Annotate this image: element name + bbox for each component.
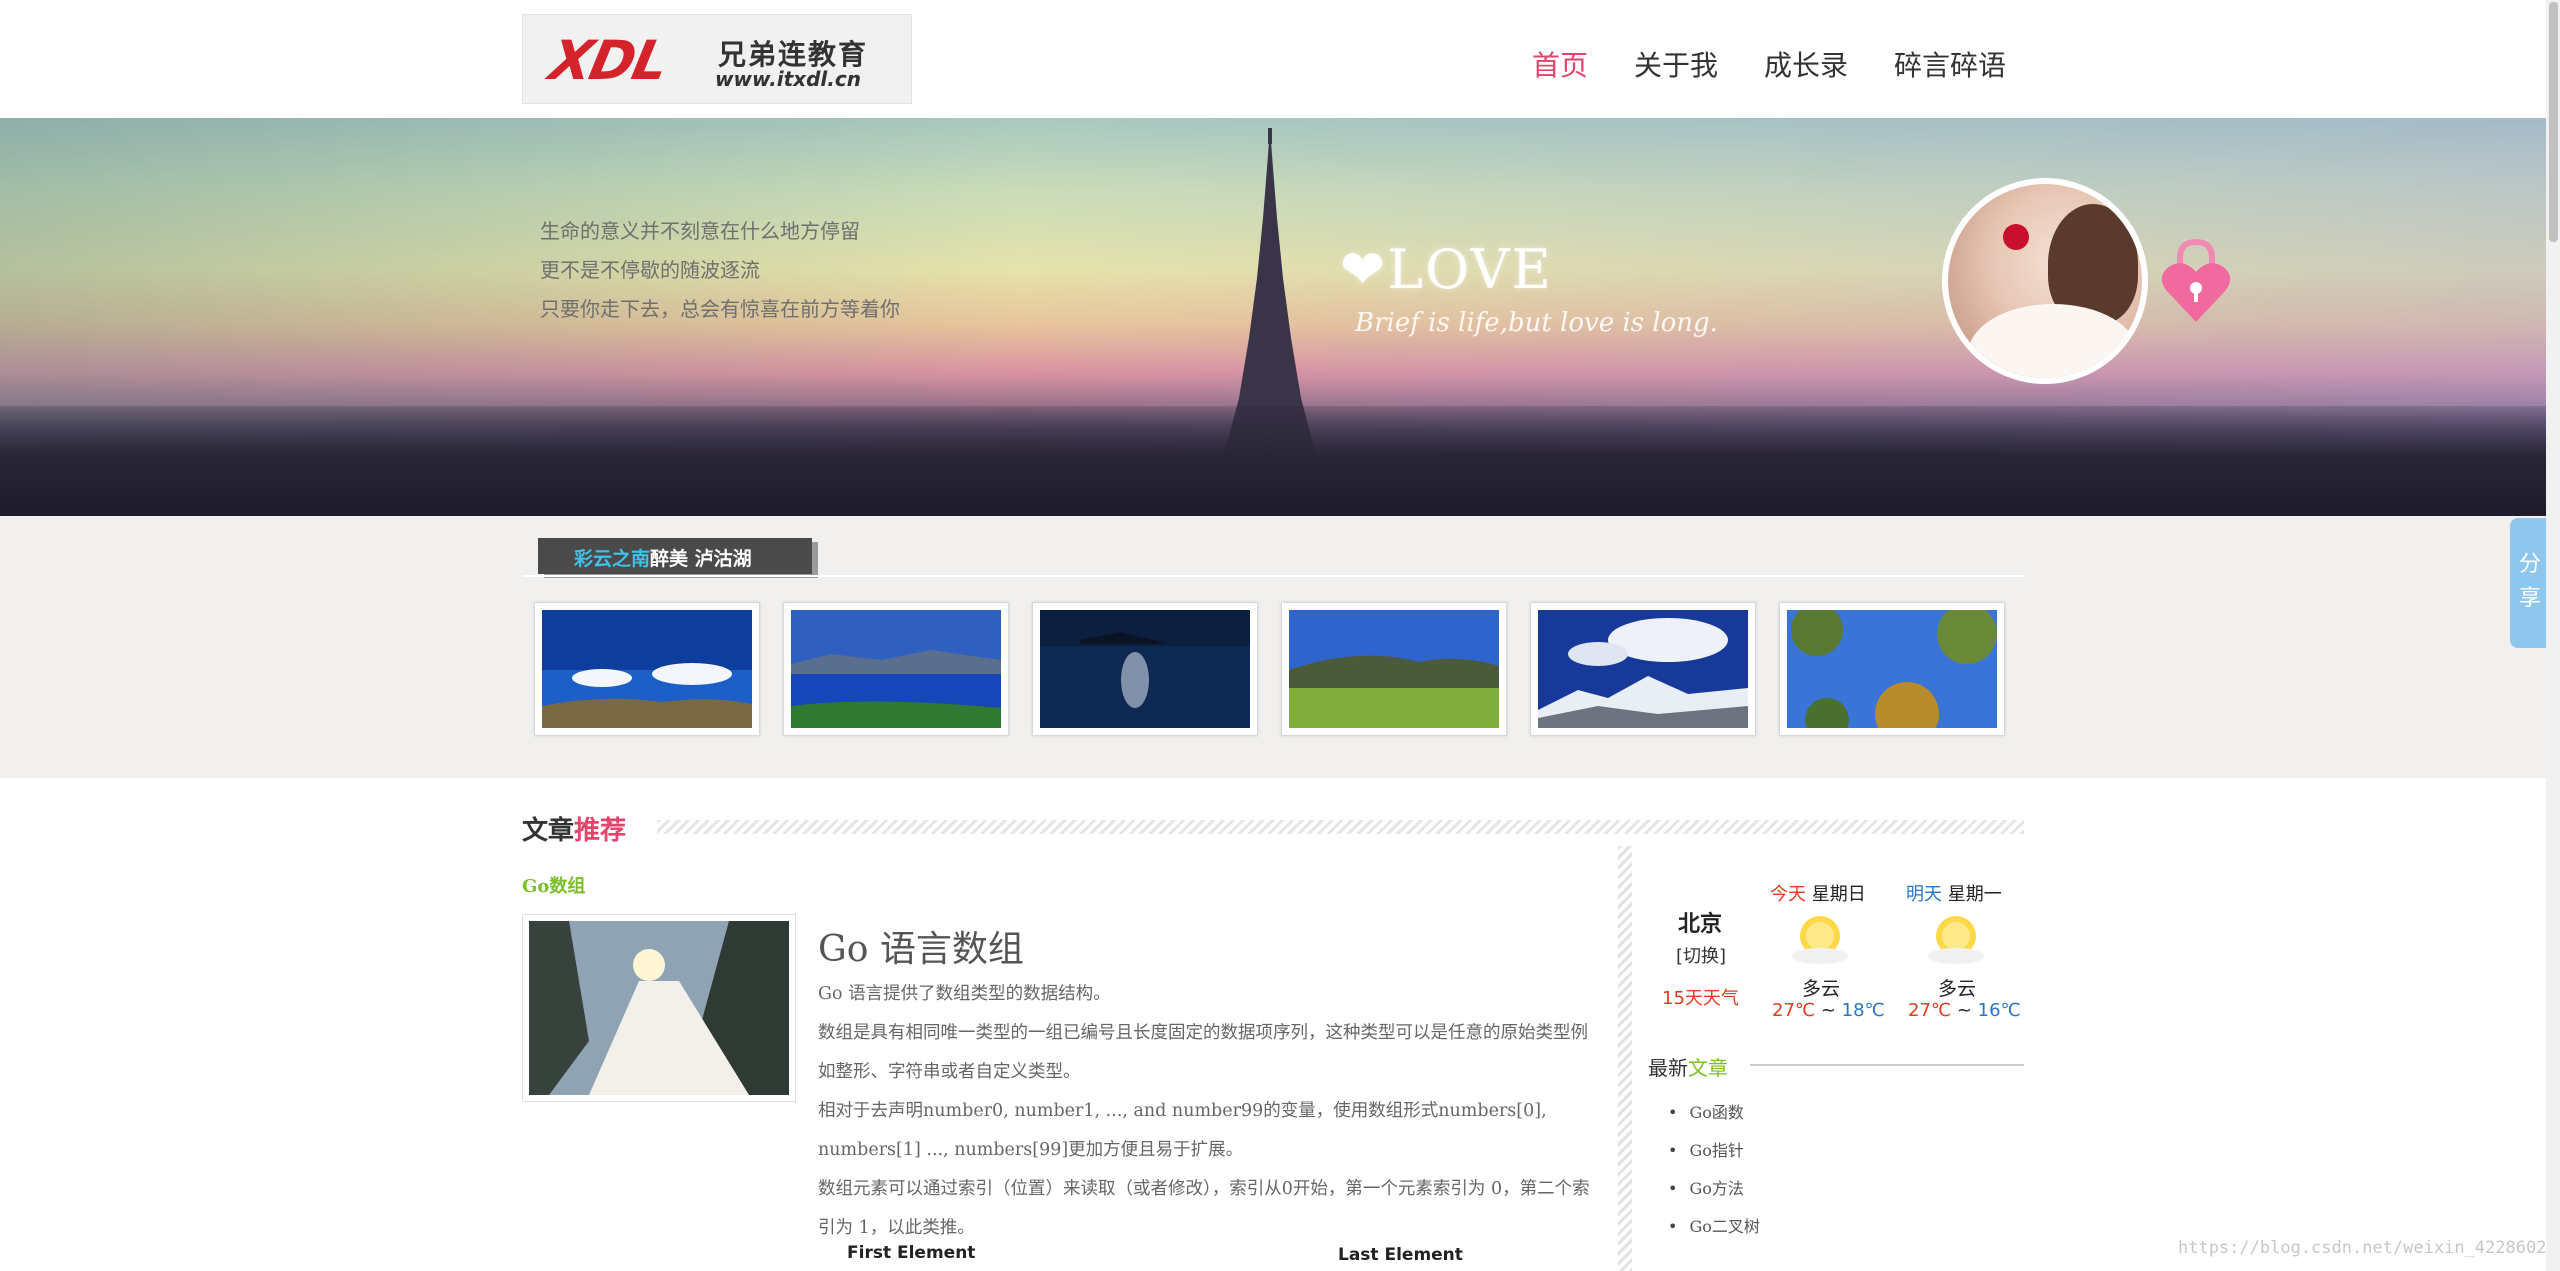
weather-today-high: 27℃ (1772, 1000, 1816, 1021)
thumb-image (1289, 610, 1499, 728)
banner-quote: 生命的意义并不刻意在什么地方停留 更不是不停歇的随波逐流 只要你走下去，总会有惊… (540, 212, 900, 329)
gallery-title: 彩云之南醉美 泸沽湖 (574, 544, 752, 571)
rose-icon (2003, 224, 2029, 250)
thumb-image (1040, 610, 1250, 728)
article-paragraph: 数组元素可以通过索引（位置）来读取（或者修改），索引从0开始，第一个元素索引为 … (818, 1179, 1590, 1238)
weather-tomorrow-label: 明天 星期一 (1906, 880, 2002, 906)
latest-divider (1750, 1064, 2024, 1066)
weather-widget: 北京 [切换] 15天天气 今天 星期日 多云 27℃ ~ 18℃ 明天 星期一… (1642, 870, 2024, 1030)
main-nav: 首页 关于我 成长录 碎言碎语 (1532, 44, 2052, 84)
nav-item-notes[interactable]: 碎言碎语 (1894, 44, 2006, 84)
article-thumbnail[interactable] (522, 914, 796, 1102)
page: XDL 兄弟连教育 www.itxdl.cn 首页 关于我 成长录 碎言碎语 生… (0, 0, 2560, 1271)
articles-header: 文章推荐 (522, 810, 2024, 847)
gallery-thumb-blue-lake[interactable] (783, 602, 1009, 736)
avatar[interactable] (1942, 178, 2148, 384)
scrollbar-thumb[interactable] (2549, 2, 2558, 242)
article-paragraph: Go 语言提供了数组类型的数据结构。 (818, 984, 1111, 1004)
nav-item-growth[interactable]: 成长录 (1764, 44, 1848, 84)
quote-line: 只要你走下去，总会有惊喜在前方等着你 (540, 297, 900, 321)
weather-today-low: 18℃ (1841, 1000, 1885, 1021)
latest-article-link[interactable]: Go指针 (1668, 1132, 1760, 1170)
gallery-thumb-night-sea[interactable] (1032, 602, 1258, 736)
source-watermark: https://blog.csdn.net/weixin_42286023 (2178, 1238, 2557, 1258)
weather-switch-city-link[interactable]: [切换] (1676, 942, 1726, 968)
weather-today-label: 今天 星期日 (1770, 880, 1866, 906)
site-logo[interactable]: XDL 兄弟连教育 www.itxdl.cn (522, 14, 912, 104)
share-button[interactable]: 分享 (2510, 518, 2550, 648)
logo-url: www.itxdl.cn (715, 67, 861, 91)
gallery-divider (522, 575, 2024, 577)
latest-article-link[interactable]: Go二叉树 (1668, 1208, 1759, 1246)
weather-tomorrow-weekday: 星期一 (1947, 884, 2002, 905)
weather-today-temp: 27℃ ~ 18℃ (1772, 1000, 1885, 1021)
love-heading: ❤LOVE (1340, 238, 1553, 301)
weather-tomorrow-tag: 明天 (1906, 884, 1942, 905)
nav-item-about[interactable]: 关于我 (1634, 44, 1718, 84)
gallery-thumb-snow-mountains[interactable] (1530, 602, 1756, 736)
weather-tomorrow-low: 16℃ (1977, 1000, 2021, 1021)
figure-label-last: Last Element (1338, 1245, 1463, 1265)
weather-today-tag: 今天 (1770, 884, 1806, 905)
weather-city: 北京 (1678, 912, 1723, 937)
weather-15day-link[interactable]: 15天天气 (1662, 984, 1739, 1010)
articles-header-stripe (657, 820, 2024, 834)
latest-articles-title: 最新文章 (1648, 1052, 1728, 1081)
article-paragraph: 数组是具有相同唯一类型的一组已编号且长度固定的数据项序列，这种类型可以是任意的原… (818, 1023, 1588, 1082)
gallery-thumbnails (534, 602, 2005, 746)
thumb-image (791, 610, 1001, 728)
heart-icon: ❤ (1340, 238, 1388, 301)
gallery-title-tag: 彩云之南醉美 泸沽湖 (538, 538, 812, 574)
latest-article-link[interactable]: Go函数 (1668, 1094, 1760, 1132)
articles-title-accent: 推荐 (574, 816, 627, 846)
weather-today-weekday: 星期日 (1811, 884, 1866, 905)
love-subtitle: Brief is life,but love is long. (1355, 308, 1718, 338)
article-body: Go 语言提供了数组类型的数据结构。 数组是具有相同唯一类型的一组已编号且长度固… (818, 975, 1602, 1248)
article-category-link[interactable]: Go数组 (522, 872, 585, 898)
article-paragraph: 相对于去声明number0, number1, ..., and number9… (818, 1101, 1547, 1160)
logo-mark: XDL (544, 29, 673, 92)
hero-banner: 生命的意义并不刻意在什么地方停留 更不是不停歇的随波逐流 只要你走下去，总会有惊… (0, 118, 2546, 516)
thumb-image (529, 921, 789, 1095)
gallery-thumb-green-hills[interactable] (1281, 602, 1507, 736)
nav-item-home[interactable]: 首页 (1532, 44, 1588, 84)
latest-article-link[interactable]: Go方法 (1668, 1170, 1760, 1208)
gallery-title-region: 彩云之南 (574, 548, 651, 570)
column-divider (1618, 846, 1632, 1271)
gallery-thumb-sky-meadow[interactable] (534, 602, 760, 736)
heart-lock-icon (2161, 238, 2231, 322)
weather-tomorrow-condition: 多云 (1938, 978, 1977, 1000)
latest-title-main: 最新 (1648, 1056, 1688, 1080)
thumb-image (542, 610, 752, 728)
site-header: XDL 兄弟连教育 www.itxdl.cn 首页 关于我 成长录 碎言碎语 (0, 0, 2546, 118)
thumb-image (1538, 610, 1748, 728)
partly-cloudy-icon (1792, 916, 1848, 964)
latest-articles-list: Go函数 Go指针 Go方法 Go二叉树 (1668, 1094, 1760, 1246)
weather-temp-separator: ~ (1951, 1000, 1978, 1021)
gallery-section: 彩云之南醉美 泸沽湖 (0, 516, 2546, 778)
latest-title-accent: 文章 (1688, 1056, 1728, 1080)
partly-cloudy-icon (1928, 916, 1984, 964)
articles-title-main: 文章 (522, 816, 575, 846)
articles-title: 文章推荐 (522, 810, 626, 847)
figure-label-first: First Element (847, 1243, 976, 1263)
gallery-title-place: 醉美 泸沽湖 (650, 548, 752, 570)
thumb-image (1787, 604, 1997, 746)
gallery-thumb-tree-sky[interactable] (1779, 602, 2005, 746)
weather-temp-separator: ~ (1815, 1000, 1842, 1021)
weather-tomorrow-temp: 27℃ ~ 16℃ (1908, 1000, 2021, 1021)
quote-line: 生命的意义并不刻意在什么地方停留 (540, 219, 860, 243)
article-title[interactable]: Go 语言数组 (818, 920, 1024, 972)
weather-today-condition: 多云 (1802, 978, 1841, 1000)
banner-skyline (0, 406, 2546, 516)
weather-tomorrow-high: 27℃ (1908, 1000, 1952, 1021)
love-title: LOVE (1387, 238, 1553, 301)
quote-line: 更不是不停歇的随波逐流 (540, 258, 760, 282)
